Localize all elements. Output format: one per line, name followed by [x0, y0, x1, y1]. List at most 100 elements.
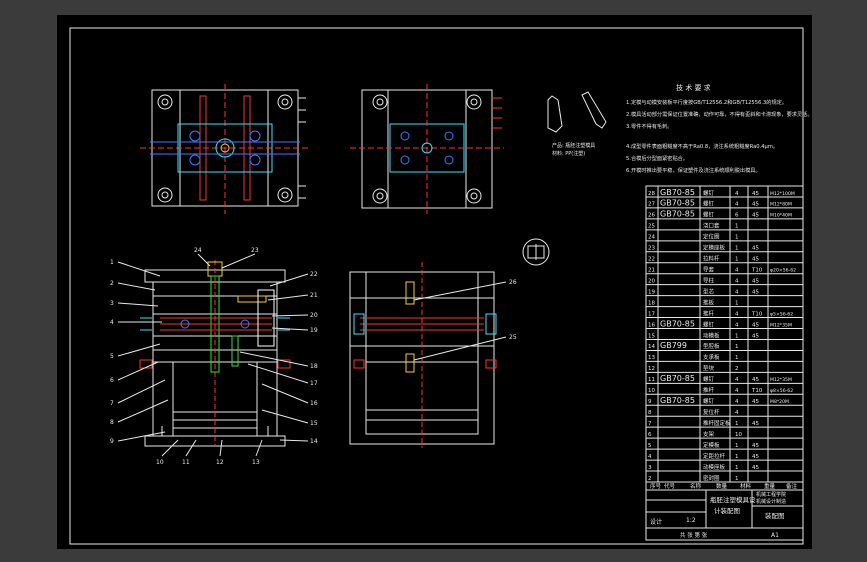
- top-view-right: [350, 84, 504, 214]
- balloon-21: 21: [310, 292, 318, 299]
- bom-cell-no: 25: [648, 224, 655, 230]
- bom-cell-name: 定距拉杆: [703, 452, 726, 460]
- bom-cell-name: 复位杆: [703, 408, 720, 416]
- bom-cell-qty: 1: [735, 224, 739, 230]
- tech-req-line-2: 2.模具活动部分需保证位置准确，动作可靠，不得有歪斜和卡滞现象，要求灵活。: [626, 110, 812, 118]
- balloon-26: 26: [509, 279, 517, 286]
- bom-cell-name: 型芯: [703, 287, 715, 295]
- bom-cell-qty: 4: [735, 399, 739, 405]
- bom-cell-qty: 4: [735, 388, 739, 394]
- bom-cell-name: 推杆: [703, 386, 715, 394]
- balloon-17: 17: [310, 380, 318, 387]
- bom-cell-qty: 1: [735, 476, 739, 482]
- balloon-7: 7: [110, 400, 114, 407]
- bom-cell-mat: 45: [752, 465, 759, 471]
- tb-header-weight: 重量: [764, 482, 776, 490]
- balloon-6: 6: [110, 377, 114, 384]
- balloon-24: 24: [194, 247, 202, 254]
- drawing-viewport: 产品: 瓶胚注塑模具 材料: PP(注塑) 技 术 要 求 1.定模与动模安装板…: [0, 0, 867, 562]
- right-balloons: 22 21 20 19 18 17 16 15 14: [310, 271, 318, 445]
- bom-cell-std: GB70-85: [660, 199, 695, 208]
- bom-cell-no: 28: [648, 191, 655, 197]
- bom-cell-name: 推杆: [703, 309, 715, 317]
- part-sketch: 产品: 瓶胚注塑模具 材料: PP(注塑): [547, 91, 607, 157]
- bom-cell-no: 8: [648, 410, 652, 416]
- bom-cell-name: 定模座板: [703, 244, 726, 252]
- bom-cell-mat: 45: [752, 322, 759, 328]
- bom-cell-no: 11: [648, 377, 655, 383]
- bom-cell-no: 22: [648, 257, 655, 263]
- bom-cell-no: 17: [648, 311, 655, 317]
- bom-cell-qty: 1: [735, 257, 739, 263]
- bom-cell-qty: 1: [735, 465, 739, 471]
- balloon-8: 8: [110, 419, 114, 426]
- balloon-9: 9: [110, 438, 114, 445]
- bom-cell-std: GB70-85: [660, 188, 695, 197]
- balloon-19: 19: [310, 327, 318, 334]
- tb-header-code: 代号: [664, 482, 676, 490]
- balloon-5: 5: [110, 353, 114, 360]
- bom-cell-no: 24: [648, 235, 655, 241]
- front-section-view: 1 2 3 4 5 6 7 8 9 22 21 20 19 18 17 16 1…: [110, 247, 318, 466]
- bom-cell-note: M10*40M: [770, 213, 792, 219]
- balloon-18: 18: [310, 363, 318, 370]
- bom-cell-name: 密封圈: [703, 474, 720, 482]
- bom-cell-mat: 45: [752, 191, 759, 197]
- bom-cell-no: 2: [648, 476, 652, 482]
- bom-cell-qty: 1: [735, 355, 739, 361]
- designer-label: 设计: [650, 518, 662, 526]
- bom-table: 28 GB70-85 螺钉 4 45 M12*100M27 GB70-85 螺钉 4 45 M12*…: [645, 185, 804, 483]
- bom-cell-name: 定位圈: [703, 233, 720, 241]
- bom-cell-name: 动模座板: [703, 463, 726, 471]
- bom-cell-mat: 45: [752, 202, 759, 208]
- bom-cell-name: 推杆固定板: [703, 419, 731, 427]
- bom-cell-qty: 10: [735, 432, 742, 438]
- bom-cell-mat: 45: [752, 257, 759, 263]
- tech-req-line-6: 6.开模时推出要平稳，保证塑件及浇注系统顺利脱出模具。: [626, 166, 761, 174]
- assembly-drawing: 产品: 瓶胚注塑模具 材料: PP(注塑) 技 术 要 求 1.定模与动模安装板…: [69, 27, 813, 545]
- drawing-sheet: 产品: 瓶胚注塑模具 材料: PP(注塑) 技 术 要 求 1.定模与动模安装板…: [57, 15, 813, 549]
- bom-cell-no: 13: [648, 355, 655, 361]
- bom-cell-qty: 1: [735, 344, 739, 350]
- technical-requirements: 技 术 要 求 1.定模与动模安装板平行度按GB/T12556.2和GB/T12…: [626, 83, 813, 174]
- bom-cell-mat: 45: [752, 278, 759, 284]
- bom-cell-name: 导套: [703, 266, 715, 274]
- bom-cell-name: 螺钉: [703, 375, 715, 383]
- bom-cell-mat: T10: [751, 311, 763, 317]
- bom-cell-std: GB70-85: [660, 374, 695, 383]
- bom-cell-no: 6: [648, 432, 652, 438]
- bom-cell-no: 9: [648, 399, 652, 405]
- tech-req-line-5: 5.合模后分型面紧密贴合。: [626, 154, 688, 162]
- bom-cell-qty: 4: [735, 289, 739, 295]
- sheet-info: 共 张 第 张: [680, 531, 708, 539]
- balloon-25: 25: [509, 334, 517, 341]
- bom-cell-no: 12: [648, 366, 655, 372]
- bom-cell-qty: 1: [735, 246, 739, 252]
- bom-cell-qty: 4: [735, 311, 739, 317]
- bom-cell-mat: 45: [752, 213, 759, 219]
- bom-cell-name: 螺钉: [703, 397, 715, 405]
- bom-cell-note: M12*35M: [770, 377, 792, 383]
- bom-cell-no: 18: [648, 300, 655, 306]
- tech-req-line-3: 3.零件不得有毛刺。: [626, 122, 672, 130]
- bom-cell-std: GB799: [660, 341, 687, 350]
- bom-cell-name: 螺钉: [703, 211, 715, 219]
- bom-cell-mat: 45: [752, 246, 759, 252]
- balloon-15: 15: [310, 420, 318, 427]
- bom-cell-no: 23: [648, 246, 655, 252]
- bom-cell-no: 3: [648, 465, 652, 471]
- tb-header-no: 序号: [650, 482, 662, 490]
- bom-cell-name: 垫块: [703, 364, 715, 372]
- bom-cell-mat: 45: [752, 377, 759, 383]
- bom-cell-no: 14: [648, 344, 655, 350]
- balloon-20: 20: [310, 312, 318, 319]
- bom-cell-qty: 4: [735, 410, 739, 416]
- balloon-12: 12: [216, 459, 224, 466]
- balloon-1: 1: [110, 259, 114, 266]
- bom-cell-name: 支架: [703, 430, 715, 438]
- bom-cell-no: 10: [648, 388, 655, 394]
- tb-header-mat: 材料: [740, 482, 752, 490]
- bom-cell-qty: 4: [735, 278, 739, 284]
- bom-cell-name: 推板: [703, 298, 715, 306]
- left-leaders: [117, 261, 169, 442]
